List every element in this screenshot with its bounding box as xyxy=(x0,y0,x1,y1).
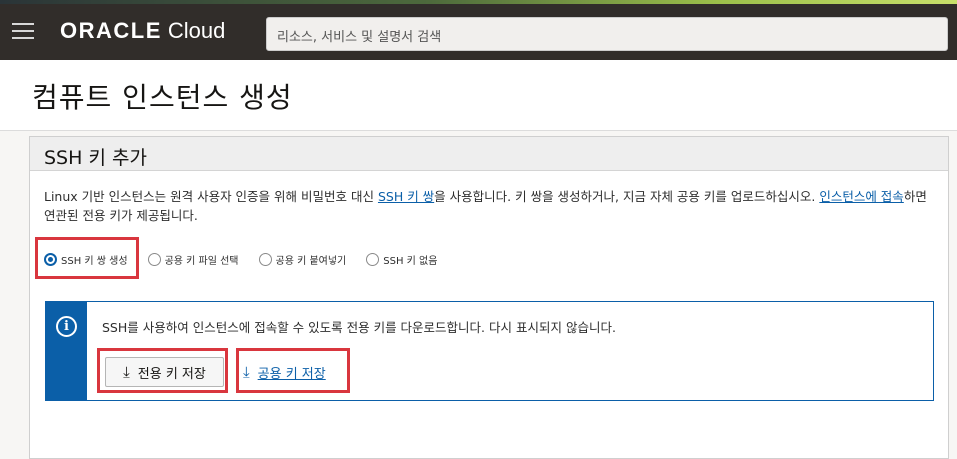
oracle-cloud-logo[interactable]: ORACLE Cloud xyxy=(60,18,225,48)
desc-text-1: Linux 기반 인스턴스는 원격 사용자 인증을 위해 비밀번호 대신 xyxy=(44,189,378,204)
info-side-bar: i xyxy=(46,302,87,400)
page-title: 컴퓨트 인스턴스 생성 xyxy=(32,81,293,114)
brand-cloud: Cloud xyxy=(167,18,226,43)
radio-choose-public-key-file[interactable]: 공용 키 파일 선택 xyxy=(147,252,239,267)
info-message-box: i SSH를 사용하여 인스턴스에 접속할 수 있도록 전용 키를 다운로드합니… xyxy=(45,301,934,401)
radio-no-ssh-key[interactable]: SSH 키 없음 xyxy=(366,252,437,267)
radio-label: 공용 키 붙여넣기 xyxy=(275,255,347,267)
highlight-box xyxy=(236,348,350,393)
desc-text-2: 을 사용합니다. 키 쌍을 생성하거나, 지금 자체 공용 키를 업로드하십시오… xyxy=(434,189,820,204)
info-icon: i xyxy=(56,316,77,337)
panel-description: Linux 기반 인스턴스는 원격 사용자 인증을 위해 비밀번호 대신 SSH… xyxy=(44,187,934,225)
search-input[interactable]: 리소스, 서비스 및 설명서 검색 xyxy=(266,17,948,51)
top-navigation-bar: ORACLE Cloud 리소스, 서비스 및 설명서 검색 xyxy=(0,4,957,60)
hamburger-menu-icon[interactable] xyxy=(8,18,38,46)
radio-unchecked-icon xyxy=(147,252,161,266)
radio-paste-public-key[interactable]: 공용 키 붙여넣기 xyxy=(258,252,347,267)
info-message: SSH를 사용하여 인스턴스에 접속할 수 있도록 전용 키를 다운로드합니다.… xyxy=(102,320,616,335)
highlight-box xyxy=(35,237,139,279)
radio-unchecked-icon xyxy=(258,252,272,266)
highlight-box xyxy=(97,348,228,393)
radio-label: 공용 키 파일 선택 xyxy=(164,255,239,267)
brand-oracle: ORACLE xyxy=(60,18,162,43)
connect-instance-link[interactable]: 인스턴스에 접속 xyxy=(819,189,903,204)
ssh-key-pair-link[interactable]: SSH 키 쌍 xyxy=(378,189,434,204)
radio-unchecked-icon xyxy=(366,252,380,266)
ssh-key-panel: SSH 키 추가 Linux 기반 인스턴스는 원격 사용자 인증을 위해 비밀… xyxy=(29,136,949,459)
panel-title: SSH 키 추가 xyxy=(30,137,948,171)
radio-label: SSH 키 없음 xyxy=(383,255,438,267)
